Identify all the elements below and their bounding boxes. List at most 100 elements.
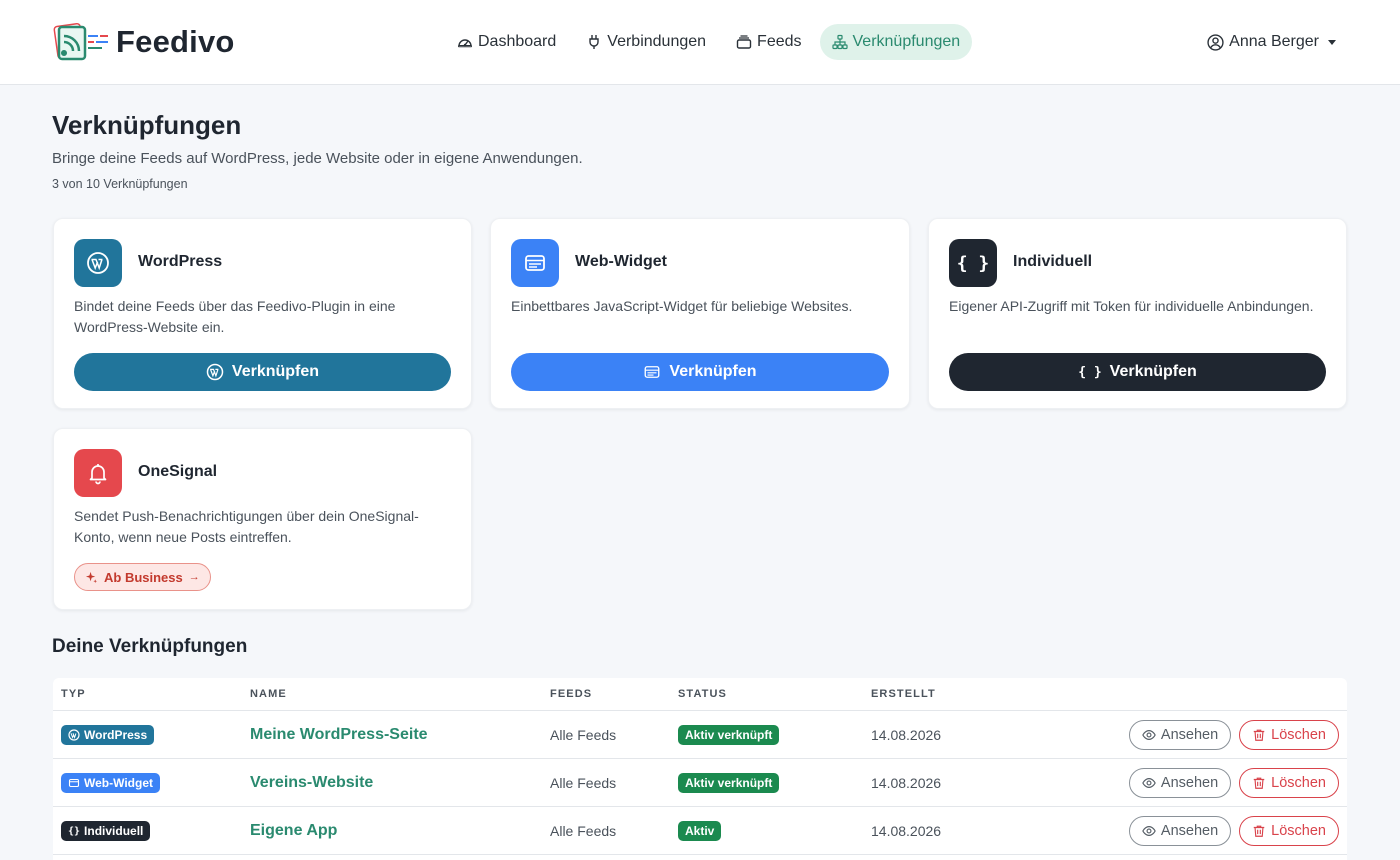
delete-button[interactable]: Löschen (1239, 720, 1339, 750)
row-actions: Ansehen Löschen (1128, 768, 1339, 798)
user-name: Anna Berger (1229, 33, 1319, 50)
column-header-status: STATUS (678, 688, 727, 700)
nav-feeds-label: Feeds (757, 33, 802, 50)
delete-button-label: Löschen (1271, 727, 1326, 743)
status-badge: Aktiv (678, 821, 722, 841)
braces-icon: { } (1078, 364, 1102, 380)
name-cell: Vereins-Website (250, 759, 373, 807)
type-badge-label: Web-Widget (84, 776, 153, 790)
chevron-down-icon (1328, 39, 1336, 45)
nav-dashboard[interactable]: Dashboard (445, 24, 568, 60)
status-cell: Aktiv verknüpft (678, 711, 780, 759)
integration-name-link[interactable]: Eigene App (250, 822, 337, 840)
window-icon (511, 239, 559, 287)
connect-web-widget-button[interactable]: Verknüpfen (511, 353, 889, 391)
integration-card-wordpress: WordPress Bindet deine Feeds über das Fe… (53, 218, 472, 409)
view-button-label: Ansehen (1160, 823, 1219, 839)
stack-icon (736, 35, 752, 49)
delete-button-label: Löschen (1271, 775, 1326, 791)
braces-icon: {} (68, 825, 81, 837)
window-icon (644, 366, 660, 378)
created-cell: 14.08.2026 (871, 727, 942, 743)
trash-icon (1253, 777, 1265, 789)
connect-wordpress-button[interactable]: Verknüpfen (74, 353, 451, 391)
section-title: Deine Verknüpfungen (52, 636, 248, 657)
type-badge-individuell: {} Individuell (61, 821, 151, 841)
nav-verknuepfungen[interactable]: Verknüpfungen (819, 24, 973, 60)
eye-icon (1142, 826, 1156, 836)
connect-button-label: Verknüpfen (669, 363, 757, 380)
wordpress-icon (74, 239, 122, 287)
connect-individuell-button[interactable]: { } Verknüpfen (949, 353, 1326, 391)
card-description: Sendet Push-Benachrichtigungen über dein… (74, 508, 419, 545)
main-nav: Dashboard Verbindungen Feeds Verknüpfung… (445, 24, 973, 60)
column-header-erstellt: ERSTELLT (871, 688, 936, 700)
card-title: OneSignal (138, 463, 218, 480)
delete-button-label: Löschen (1271, 823, 1326, 839)
view-button[interactable]: Ansehen (1128, 720, 1232, 750)
table-row: WordPress Meine WordPress-Seite Alle Fee… (53, 711, 1347, 759)
logo-icon (53, 22, 108, 61)
row-actions: Ansehen Löschen (1128, 720, 1339, 750)
view-button-label: Ansehen (1160, 775, 1219, 791)
card-description: Bindet deine Feeds über das Feedivo-Plug… (74, 298, 396, 335)
app-logo[interactable]: Feedivo (52, 20, 235, 64)
integration-name-link[interactable]: Vereins-Website (250, 774, 373, 792)
integration-card-individuell: { } Individuell Eigener API-Zugriff mit … (928, 218, 1347, 409)
view-button[interactable]: Ansehen (1128, 816, 1232, 846)
feeds-cell: Alle Feeds (550, 727, 617, 743)
created-cell: 14.08.2026 (871, 775, 942, 791)
table-header: TYP NAME FEEDS STATUS ERSTELLT (53, 678, 1347, 711)
integration-card-onesignal: OneSignal Sendet Push-Benachrichtigungen… (53, 428, 472, 610)
trash-icon (1253, 825, 1265, 837)
connect-button-label: Verknüpfen (1109, 363, 1197, 380)
integration-card-web-widget: Web-Widget Einbettbares JavaScript-Widge… (490, 218, 910, 409)
user-menu[interactable]: Anna Berger (1207, 30, 1336, 54)
type-badge-label: WordPress (84, 728, 148, 742)
bell-icon (74, 449, 122, 497)
nav-verknuepfungen-label: Verknüpfungen (852, 33, 961, 50)
row-actions: Ansehen Löschen (1128, 816, 1339, 846)
eye-icon (1142, 730, 1156, 740)
app-name: Feedivo (116, 24, 235, 59)
sparkle-icon (85, 571, 98, 583)
status-badge: Aktiv verknüpft (678, 725, 780, 745)
wordpress-icon (206, 363, 224, 381)
column-header-typ: TYP (61, 688, 86, 700)
upgrade-business-button[interactable]: Ab Business → (74, 563, 211, 591)
created-cell: 14.08.2026 (871, 823, 942, 839)
wordpress-icon (68, 729, 80, 741)
arrow-right-icon: → (188, 571, 200, 583)
card-title: Individuell (1013, 253, 1093, 270)
feeds-cell: Alle Feeds (550, 823, 617, 839)
page-subtitle: Bringe deine Feeds auf WordPress, jede W… (52, 150, 583, 167)
window-icon (68, 778, 80, 788)
type-cell: {} Individuell (61, 807, 151, 855)
status-cell: Aktiv (678, 807, 722, 855)
trash-icon (1253, 729, 1265, 741)
feeds-cell: Alle Feeds (550, 775, 617, 791)
delete-button[interactable]: Löschen (1239, 816, 1339, 846)
plug-icon (589, 35, 599, 49)
nav-feeds[interactable]: Feeds (724, 24, 813, 60)
integration-name-link[interactable]: Meine WordPress-Seite (250, 726, 428, 744)
gauge-icon (458, 39, 472, 48)
sitemap-icon (831, 34, 848, 50)
card-description: Eigener API-Zugriff mit Token für indivi… (949, 298, 1314, 314)
view-button-label: Ansehen (1160, 727, 1219, 743)
card-title: WordPress (138, 253, 223, 270)
delete-button[interactable]: Löschen (1239, 768, 1339, 798)
connect-button-label: Verknüpfen (231, 363, 320, 380)
braces-icon: { } (949, 239, 997, 287)
type-badge-web-widget: Web-Widget (61, 773, 160, 793)
type-cell: Web-Widget (61, 759, 160, 807)
type-badge-label: Individuell (84, 824, 144, 838)
column-header-name: NAME (250, 688, 287, 700)
name-cell: Meine WordPress-Seite (250, 711, 428, 759)
nav-verbindungen[interactable]: Verbindungen (574, 24, 718, 60)
integrations-table: TYP NAME FEEDS STATUS ERSTELLT WordPress… (53, 678, 1347, 860)
status-badge: Aktiv verknüpft (678, 773, 780, 793)
user-circle-icon (1207, 33, 1224, 51)
table-row: {} Individuell Eigene App Alle Feeds Akt… (53, 807, 1347, 855)
view-button[interactable]: Ansehen (1128, 768, 1232, 798)
